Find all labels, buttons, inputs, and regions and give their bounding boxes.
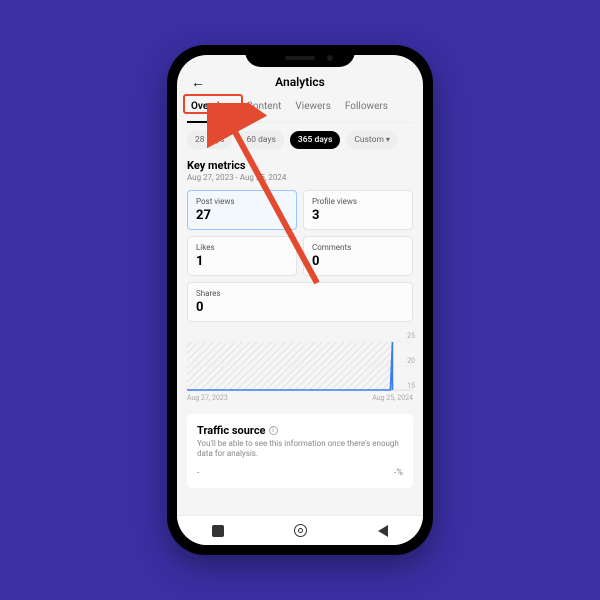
metric-likes[interactable]: Likes 1 — [187, 236, 297, 276]
info-icon[interactable]: i — [269, 426, 278, 435]
trend-chart: 25 20 15 Aug 27, — [187, 332, 413, 402]
key-metrics-title: Key metrics — [187, 159, 413, 172]
top-tabs: Overview Content Viewers Followers — [187, 97, 413, 123]
tab-content[interactable]: Content — [246, 97, 281, 116]
nav-back-icon[interactable] — [378, 525, 388, 537]
nav-recent-icon[interactable] — [212, 525, 224, 537]
metric-comments[interactable]: Comments 0 — [303, 236, 413, 276]
traffic-title: Traffic source — [197, 424, 266, 437]
range-365d[interactable]: 365 days — [290, 131, 340, 149]
range-60d[interactable]: 60 days — [238, 131, 283, 149]
tab-followers[interactable]: Followers — [345, 97, 388, 116]
range-28d[interactable]: 28 days — [187, 131, 232, 149]
metric-shares[interactable]: Shares 0 — [187, 282, 413, 322]
tab-overview[interactable]: Overview — [191, 97, 232, 116]
metric-post-views[interactable]: Post views 27 — [187, 190, 297, 230]
chart-start-date: Aug 27, 2023 — [187, 394, 228, 402]
traffic-description: You'll be able to see this information o… — [197, 439, 403, 460]
back-button[interactable]: ← — [191, 74, 205, 91]
chart-end-date: Aug 25, 2024 — [372, 394, 413, 402]
traffic-source-section: Traffic source i You'll be able to see t… — [187, 414, 413, 488]
page-title: Analytics — [275, 75, 325, 89]
traffic-value: -% — [394, 468, 403, 478]
metric-profile-views[interactable]: Profile views 3 — [303, 190, 413, 230]
tab-viewers[interactable]: Viewers — [295, 97, 330, 116]
traffic-placeholder: - — [197, 468, 200, 478]
range-custom[interactable]: Custom — [346, 131, 398, 149]
android-navbar — [177, 515, 423, 545]
nav-home-icon[interactable] — [294, 524, 307, 537]
date-range-selector: 7 days 28 days 60 days 365 days Custom — [187, 131, 413, 149]
key-metrics-section: Key metrics Aug 27, 2023 - Aug 25, 2024 … — [187, 159, 413, 322]
key-metrics-dates: Aug 27, 2023 - Aug 25, 2024 — [187, 173, 413, 182]
